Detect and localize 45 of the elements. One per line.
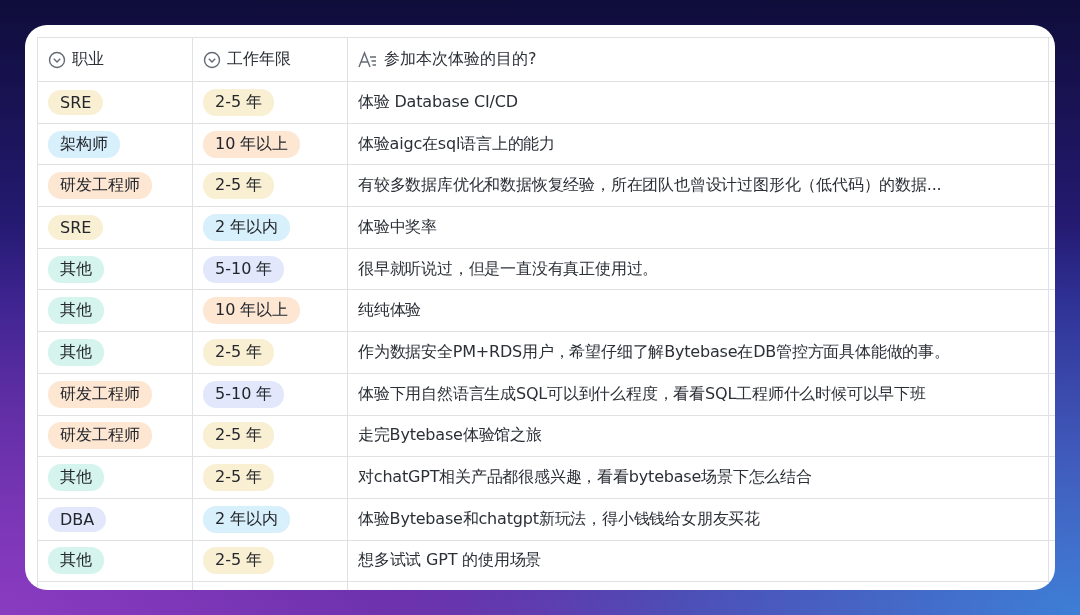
experience-tag: 2-5 年 [203, 88, 275, 116]
table-cell: 有较多数据库优化和数据恢复经验，所在团队也曾设计过图形化（低代码）的数据... [358, 175, 942, 197]
table-cell: 体验 Database CI/CD [358, 91, 518, 113]
role-tag: 研发工程师 [48, 422, 152, 450]
table-cell: 很早就听说过，但是一直没有真正使用过。 [358, 258, 659, 280]
dropdown-circle-icon [203, 50, 221, 69]
table-cell: 作为数据安全PM+RDS用户，希望仔细了解Bytebase在DB管控方面具体能做的事。 [358, 341, 950, 363]
column-header[interactable]: 工作年限 [193, 38, 348, 82]
role-tag: 其他 [48, 255, 104, 283]
table-cell: 纯纯体验 [358, 300, 422, 322]
experience-tag: 5-10 年 [203, 255, 285, 283]
table-cell: 对chatGPT相关产品都很感兴趣，看看bytebase场景下怎么结合 [358, 467, 812, 489]
column-title: 工作年限 [227, 49, 291, 70]
column-title: 职业 [72, 49, 104, 70]
role-tag: 其他 [48, 338, 104, 366]
column-header[interactable]: 参加本次体验的目的? [348, 38, 1049, 82]
experience-tag: 2-5 年 [203, 422, 275, 450]
role-tag: DBA [48, 506, 107, 532]
column-header[interactable]: 职业 [38, 38, 193, 82]
column-title: 参加本次体验的目的? [384, 49, 537, 70]
experience-tag: 5-10 年 [203, 380, 285, 408]
table-cell: 想多试试 GPT 的使用场景 [358, 550, 542, 572]
table-cell: 体验中奖率 [358, 216, 437, 238]
text-field-icon [358, 50, 378, 69]
experience-tag: 2 年以内 [203, 505, 291, 533]
role-tag: 其他 [48, 464, 104, 492]
role-tag: 其他 [48, 297, 104, 325]
role-tag: 研发工程师 [48, 172, 152, 200]
table-cell: 体验下用自然语言生成SQL可以到什么程度，看看SQL工程师什么时候可以早下班 [358, 383, 926, 405]
experience-tag: 2-5 年 [203, 547, 275, 575]
dropdown-circle-icon [48, 50, 66, 69]
experience-tag: 10 年以上 [203, 297, 301, 325]
role-tag: 架构师 [48, 130, 120, 158]
role-tag: 研发工程师 [48, 380, 152, 408]
experience-tag: 2-5 年 [203, 338, 275, 366]
experience-tag: 2-5 年 [203, 464, 275, 492]
role-tag: SRE [48, 89, 104, 115]
role-tag: 其他 [48, 547, 104, 575]
table-cell: 体验aigc在sql语言上的能力 [358, 133, 555, 155]
experience-tag: 2-5 年 [203, 172, 275, 200]
experience-tag: 2 年以内 [203, 213, 291, 241]
table-cell: 走完Bytebase体验馆之旅 [358, 425, 542, 447]
experience-tag: 10 年以上 [203, 130, 301, 158]
role-tag: SRE [48, 214, 104, 240]
table-cell: 体验Bytebase和chatgpt新玩法，得小钱钱给女朋友买花 [358, 508, 760, 530]
